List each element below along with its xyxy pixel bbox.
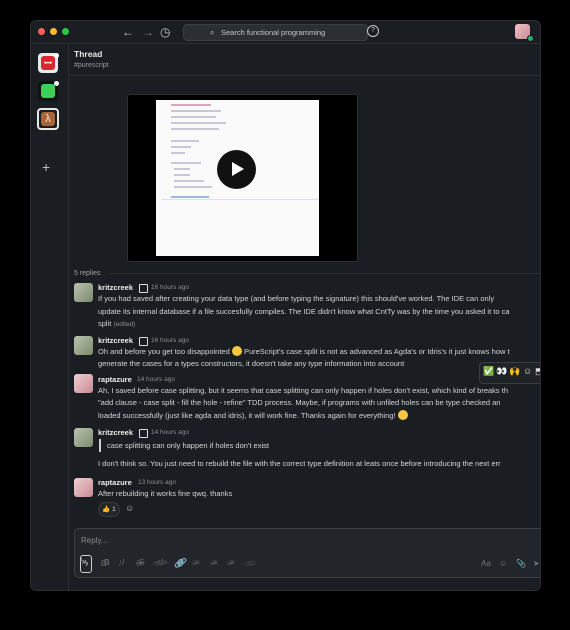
quote-bar: [99, 439, 101, 452]
workspace-red-icon: ꟷ: [41, 56, 55, 70]
avatar[interactable]: [74, 336, 93, 355]
message-time[interactable]: 14 hours ago: [137, 376, 175, 383]
bold-icon: B: [104, 558, 110, 567]
message-author[interactable]: kritzcreek: [98, 283, 133, 292]
bulleted-list-icon: ≡: [213, 558, 218, 567]
message-text-start: Oh and before you get too disappointed: [98, 347, 232, 356]
app-window: ← → ◷ ⌕ Search functional programming ? …: [30, 20, 541, 591]
message-text-end: split: [98, 319, 112, 328]
divider: [69, 75, 540, 76]
close-window-icon[interactable]: [38, 28, 45, 35]
play-icon[interactable]: [217, 150, 256, 189]
search-icon: ⌕: [210, 28, 215, 37]
avatar[interactable]: [74, 374, 93, 393]
edited-label: (edited): [113, 321, 136, 328]
message-text: loaded successfully (just like agda and …: [98, 410, 408, 423]
bookmark-icon[interactable]: ⬒: [535, 366, 540, 377]
message-text: After rebuilding it works fine qwq. than…: [98, 489, 233, 498]
message-text-rest: PureScript's case split is not as advanc…: [241, 347, 510, 356]
italic-icon: I: [122, 558, 125, 567]
message-time[interactable]: 16 hours ago: [151, 337, 189, 344]
add-reaction-icon[interactable]: ☺: [125, 503, 134, 513]
blockquote-icon: ≡: [230, 558, 235, 567]
message-time[interactable]: 14 hours ago: [151, 429, 189, 436]
message-text: update its internal database if a file s…: [98, 307, 510, 316]
search-input[interactable]: ⌕ Search functional programming: [183, 24, 368, 41]
workspace-lambda[interactable]: λ: [37, 108, 59, 130]
arrow-right-icon[interactable]: →: [142, 24, 154, 40]
thumbs-up-reaction[interactable]: 👍 1: [98, 502, 120, 517]
unread-badge: [54, 53, 59, 58]
message-time[interactable]: 13 hours ago: [138, 479, 176, 486]
code-block-icon: ▭: [248, 558, 256, 567]
titlebar: ← → ◷ ⌕ Search functional programming ?: [31, 21, 540, 44]
link-icon: 🔗: [177, 558, 187, 567]
ordered-list-icon: ≡: [195, 558, 200, 567]
help-circle-icon[interactable]: ?: [367, 25, 379, 37]
add-reaction-icon[interactable]: ☺: [523, 366, 532, 376]
minimize-window-icon[interactable]: [50, 28, 57, 35]
strikethrough-icon: S: [139, 558, 145, 567]
search-placeholder: Search functional programming: [221, 28, 326, 37]
arrow-left-icon[interactable]: ←: [122, 24, 134, 40]
check-reaction-icon[interactable]: ✅: [483, 366, 494, 377]
workspace-rail: ꟷ λ +: [31, 44, 63, 590]
eyes-reaction-icon[interactable]: 👀: [496, 366, 507, 377]
message-text: split (edited): [98, 318, 135, 332]
message-time[interactable]: 16 hours ago: [151, 284, 189, 291]
avatar[interactable]: [74, 478, 93, 497]
message-author[interactable]: kritzcreek: [98, 428, 133, 437]
message-text-start: loaded successfully (just like agda and …: [98, 411, 398, 420]
message-author[interactable]: raptazure: [98, 478, 132, 487]
divider: [109, 273, 540, 274]
grinning-emoji-icon: [397, 410, 408, 420]
message-text: Ah, I saved before case splitting, but i…: [98, 386, 508, 395]
message-actions-toolbar: ✅ 👀 🙌 ☺ ⬒: [479, 362, 540, 384]
lambda-icon: λ: [41, 112, 55, 126]
add-workspace-button[interactable]: +: [42, 159, 50, 175]
status-icon: [139, 337, 148, 346]
quoted-text: case splitting can only happen if holes …: [107, 441, 269, 450]
maximize-window-icon[interactable]: [62, 28, 69, 35]
message-text: "add clause - case split - fill the hole…: [98, 398, 501, 407]
reaction-count: 1: [112, 506, 116, 513]
message-text: generate the cases for a types construct…: [98, 359, 405, 368]
thread-title: Thread: [74, 49, 103, 59]
message-author[interactable]: raptazure: [98, 375, 132, 384]
message-author[interactable]: kritzcreek: [98, 336, 133, 345]
avatar[interactable]: [74, 428, 93, 447]
replies-count: 5 replies: [74, 270, 101, 277]
reply-input[interactable]: Reply...: [81, 536, 108, 545]
ghost-toolbar: ϟ B I S </> 🔗 ≡ ≡ ≡ ▭: [60, 555, 540, 575]
thumbs-up-icon: 👍: [102, 506, 111, 513]
thread-channel[interactable]: #purescript: [74, 62, 109, 69]
video-attachment[interactable]: [127, 94, 358, 262]
workspace-green-icon: [41, 84, 55, 98]
avatar[interactable]: [74, 283, 93, 302]
clock-icon[interactable]: ◷: [160, 24, 170, 40]
unread-badge: [54, 81, 59, 86]
thread-pane: Thread #purescript 5 replies kritzcreek …: [68, 44, 540, 590]
shortcuts-bolt-icon: ϟ: [80, 557, 85, 566]
grinning-emoji-icon: [231, 346, 242, 356]
message-text: I don't think so. You just need to rebui…: [98, 459, 501, 468]
status-indicator: [527, 35, 534, 42]
code-icon: </>: [156, 558, 168, 567]
message-text: If you had saved after creating your dat…: [98, 294, 495, 303]
status-icon: [139, 429, 148, 438]
message-text: Oh and before you get too disappointed P…: [98, 346, 510, 359]
raised-hands-reaction-icon[interactable]: 🙌: [509, 366, 520, 377]
status-icon: [139, 284, 148, 293]
